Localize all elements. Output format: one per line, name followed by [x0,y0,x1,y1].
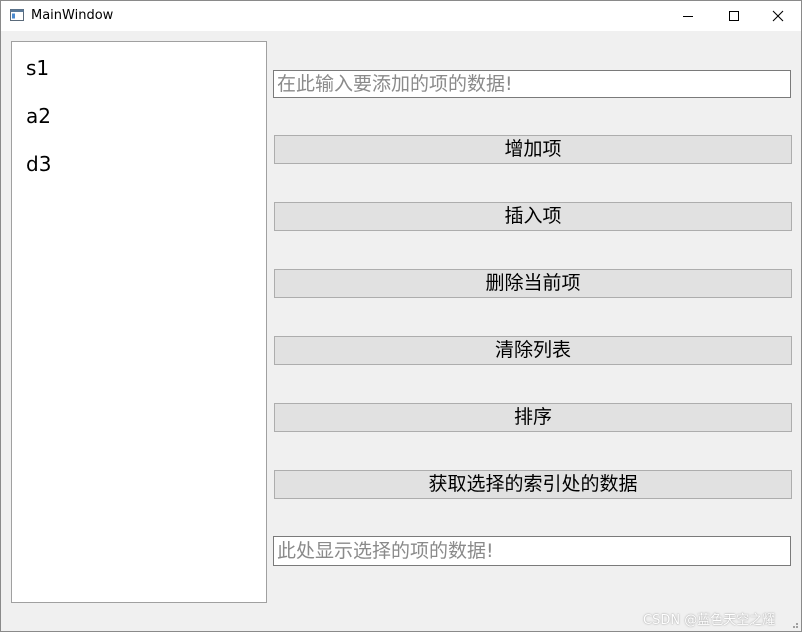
title-bar[interactable]: MainWindow [1,1,801,31]
window-title: MainWindow [31,8,114,23]
list-item[interactable]: s1 [26,56,49,80]
watermark: CSDN @蓝色天空之耀 [643,613,776,628]
list-item[interactable]: a2 [26,104,51,128]
get-selected-data-button[interactable]: 获取选择的索引处的数据 [274,470,792,499]
main-window: MainWindow s1 a2 d3 增加项 插入项 删除当前项 清除列表 排… [0,0,802,632]
maximize-icon [729,11,739,21]
item-list[interactable]: s1 a2 d3 [11,41,267,603]
maximize-button[interactable] [711,1,757,31]
close-icon [772,10,784,22]
delete-current-item-button[interactable]: 删除当前项 [274,269,792,298]
minimize-icon [683,16,693,17]
item-data-input[interactable] [273,70,791,98]
close-button[interactable] [755,1,801,31]
resize-grip-icon[interactable] [789,619,799,629]
selected-data-output[interactable] [273,536,791,566]
minimize-button[interactable] [665,1,711,31]
sort-button[interactable]: 排序 [274,403,792,432]
add-item-button[interactable]: 增加项 [274,135,792,164]
clear-list-button[interactable]: 清除列表 [274,336,792,365]
app-window-icon [10,9,24,21]
list-item[interactable]: d3 [26,152,51,176]
insert-item-button[interactable]: 插入项 [274,202,792,231]
